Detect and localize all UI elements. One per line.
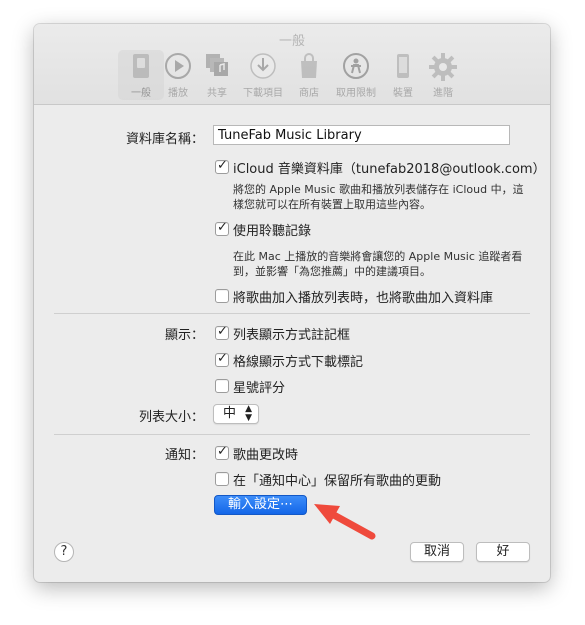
share-music-icon	[206, 54, 228, 76]
add-songs-to-library-label: 將歌曲加入播放列表時，也將歌曲加入資料庫	[233, 291, 494, 306]
window-title: 一般	[278, 34, 305, 49]
restrictions-icon	[343, 53, 369, 79]
toolbar-sharing[interactable]: 共享	[194, 50, 240, 100]
toolbar-restrictions-label: 取用限制	[336, 88, 376, 99]
keep-all-notifications-checkbox[interactable]	[215, 472, 229, 486]
checkmark-icon: ✓	[217, 351, 228, 366]
annotation-arrow-icon	[314, 504, 376, 540]
import-settings-button[interactable]: 輸入設定⋯	[214, 495, 307, 515]
general-switch-icon	[133, 54, 149, 78]
toolbar-downloads-label: 下載項目	[243, 88, 283, 99]
list-checkbox-option-label: 列表顯示方式註記框	[233, 328, 351, 343]
checkmark-icon: ✓	[217, 324, 228, 339]
toolbar-downloads[interactable]: 下載項目	[240, 50, 286, 100]
history-description-line2: 到，並影響「為您推薦」中的建議項目。	[233, 265, 431, 278]
ok-button[interactable]: 好	[476, 542, 530, 562]
checkmark-icon: ✓	[217, 158, 228, 173]
star-rating-checkbox[interactable]	[215, 379, 229, 393]
star-rating-label: 星號評分	[233, 381, 286, 396]
icloud-description-line1: 將您的 Apple Music 歌曲和播放列表儲存在 iCloud 中，這	[233, 183, 524, 196]
store-bag-icon	[301, 53, 317, 78]
list-size-value: 中	[223, 406, 237, 421]
toolbar-advanced-label: 進階	[433, 88, 453, 99]
keep-all-notifications-label: 在「通知中心」保留所有歌曲的更動	[233, 474, 442, 489]
song-change-checkbox[interactable]: ✓	[215, 444, 229, 460]
download-icon	[250, 53, 276, 79]
play-icon	[165, 53, 191, 79]
display-label: 顯示：	[164, 328, 204, 343]
icloud-description-line2: 樣您就可以在所有裝置上取用這些內容。	[233, 198, 431, 211]
listening-history-checkbox[interactable]: ✓	[215, 220, 229, 236]
toolbar-sharing-label: 共享	[207, 88, 227, 99]
library-name-label: 資料庫名稱：	[125, 132, 204, 147]
toolbar-store-label: 商店	[299, 88, 319, 99]
grid-download-option[interactable]: ✓	[215, 351, 229, 367]
list-checkbox-option[interactable]: ✓	[215, 324, 229, 340]
add-songs-to-library-checkbox[interactable]	[215, 289, 229, 303]
device-icon	[397, 54, 409, 78]
toolbar-restrictions[interactable]: 取用限制	[333, 50, 379, 100]
icloud-library-label: iCloud 音樂資料庫（tunefab2018@outlook.com）	[233, 162, 546, 177]
section-separator	[54, 313, 530, 314]
preferences-window: 一般 一般 播放 共享 下載項目 商店 取用限制 裝置 進階 資料庫名稱： Tu…	[34, 24, 550, 582]
history-description-line1: 在此 Mac 上播放的音樂將會讓您的 Apple Music 追蹤者看	[233, 250, 523, 263]
icloud-library-checkbox[interactable]: ✓	[215, 158, 229, 174]
toolbar-advanced[interactable]: 進階	[420, 50, 466, 100]
checkmark-icon: ✓	[217, 444, 228, 459]
section-separator	[54, 434, 530, 435]
listening-history-label: 使用聆聽記錄	[233, 224, 312, 239]
help-button[interactable]: ?	[54, 542, 74, 562]
toolbar-store[interactable]: 商店	[286, 50, 332, 100]
grid-download-option-label: 格線顯示方式下載標記	[233, 355, 364, 370]
titlebar: 一般 一般 播放 共享 下載項目 商店 取用限制 裝置 進階	[34, 24, 550, 105]
list-size-popup[interactable]: 中 ▲ ▼	[213, 404, 259, 424]
checkmark-icon: ✓	[217, 220, 228, 235]
gear-icon	[429, 53, 457, 81]
cancel-button[interactable]: 取消	[410, 542, 464, 562]
list-size-label: 列表大小：	[138, 410, 204, 425]
library-name-field[interactable]: TuneFab Music Library	[213, 125, 510, 145]
updown-chevron-icon: ▲ ▼	[245, 404, 252, 423]
song-change-label: 歌曲更改時	[233, 448, 299, 463]
notifications-label: 通知：	[164, 448, 204, 463]
